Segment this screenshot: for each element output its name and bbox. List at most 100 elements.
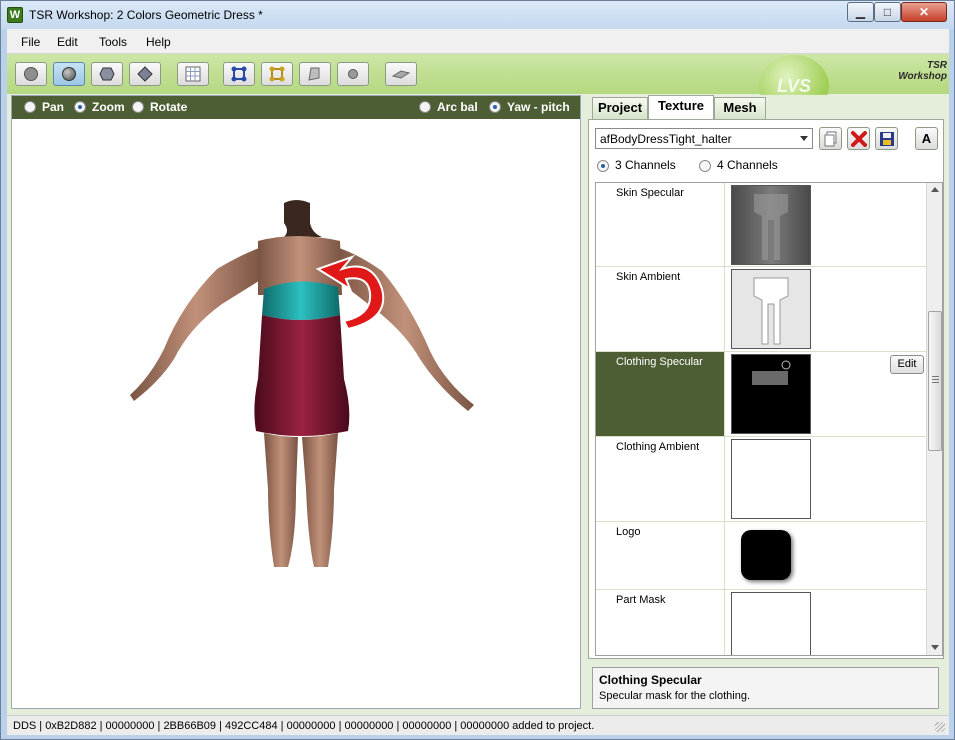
part-mask-thumbnail <box>731 592 811 655</box>
grip-line-icon <box>932 376 939 377</box>
tsr-logo-line1: TSR <box>927 60 947 71</box>
minimize-button[interactable]: ▁ <box>847 2 874 22</box>
clothing-specular-thumbnail <box>731 354 811 434</box>
diamond-button[interactable] <box>129 62 161 86</box>
mask-map-thumbnail <box>752 360 791 385</box>
skin-specular-thumbnail <box>731 185 811 265</box>
menu-bar: File Edit Tools Help <box>7 29 949 54</box>
font-button[interactable]: A <box>915 127 938 150</box>
pan-radio[interactable] <box>24 101 36 113</box>
yaw-pitch-label[interactable]: Yaw - pitch <box>507 100 570 114</box>
texture-row[interactable]: Logo <box>596 522 926 590</box>
chevron-down-icon <box>800 136 808 141</box>
maximize-button[interactable]: □ <box>874 2 901 22</box>
grid-button[interactable] <box>177 62 209 86</box>
grip-line-icon <box>932 382 939 383</box>
floor-icon <box>391 70 411 79</box>
edit-texture-button[interactable]: Edit <box>890 355 924 374</box>
save-texture-button[interactable] <box>875 127 898 150</box>
arc-ball-label[interactable]: Arc bal <box>437 100 478 114</box>
texture-row[interactable]: Skin Ambient <box>596 267 926 352</box>
texture-row[interactable]: Skin Specular <box>596 183 926 267</box>
save-icon <box>879 132 894 146</box>
texture-row[interactable]: Part Mask <box>596 590 926 655</box>
close-button[interactable]: ✕ <box>901 2 947 22</box>
zoom-radio[interactable] <box>74 101 86 113</box>
model-scene[interactable] <box>12 119 580 708</box>
scrollbar-thumb[interactable] <box>928 311 942 451</box>
hexagon-button[interactable] <box>91 62 123 86</box>
delete-texture-button[interactable] <box>847 127 870 150</box>
texture-row-name: Skin Specular <box>596 183 725 266</box>
pan-label[interactable]: Pan <box>42 100 64 114</box>
zoom-label[interactable]: Zoom <box>92 100 125 114</box>
plane-button[interactable] <box>299 62 331 86</box>
menu-help[interactable]: Help <box>146 35 171 49</box>
sphere-flat-icon <box>24 67 38 81</box>
app-icon: W <box>7 7 23 23</box>
3d-viewport[interactable]: Pan Zoom Rotate Arc bal Yaw - pitch <box>11 95 581 709</box>
yaw-pitch-radio[interactable] <box>489 101 501 113</box>
description-text: Specular mask for the clothing. <box>599 690 751 702</box>
texture-row-selected[interactable]: Clothing Specular Edit <box>596 352 926 437</box>
copy-texture-button[interactable] <box>819 127 842 150</box>
sphere-smooth-icon <box>62 67 76 81</box>
description-title: Clothing Specular <box>599 673 702 687</box>
grip-line-icon <box>932 379 939 380</box>
body-map-thumbnail <box>753 277 789 345</box>
four-channels-label[interactable]: 4 Channels <box>717 158 778 172</box>
texture-row-name: Clothing Specular <box>596 352 725 436</box>
status-text: DDS | 0xB2D882 | 00000000 | 2BB66B09 | 4… <box>13 720 595 732</box>
tab-project[interactable]: Project <box>592 97 648 119</box>
menu-tools[interactable]: Tools <box>99 35 127 49</box>
floor-button[interactable] <box>385 62 417 86</box>
three-channels-label[interactable]: 3 Channels <box>615 158 676 172</box>
title-bar[interactable]: W TSR Workshop: 2 Colors Geometric Dress… <box>1 1 954 29</box>
menu-file[interactable]: File <box>21 35 40 49</box>
texture-row-name: Part Mask <box>596 590 725 655</box>
circle-icon <box>348 69 358 79</box>
skin-ambient-thumbnail <box>731 269 811 349</box>
texture-select-value: afBodyDressTight_halter <box>600 132 732 146</box>
rotate-radio[interactable] <box>132 101 144 113</box>
resize-grip-icon[interactable] <box>935 722 945 732</box>
bone-gold-icon <box>269 66 285 82</box>
plane-icon <box>308 67 320 81</box>
client-area: File Edit Tools Help LVS TSR Workshop Pa… <box>7 29 949 735</box>
texture-tab-content: afBodyDressTight_halter A 3 Channels 4 C… <box>588 119 944 659</box>
texture-row-name: Skin Ambient <box>596 267 725 351</box>
texture-select[interactable]: afBodyDressTight_halter <box>595 128 813 149</box>
circle-button[interactable] <box>337 62 369 86</box>
scroll-up-icon[interactable] <box>931 187 939 192</box>
rotate-label[interactable]: Rotate <box>150 100 187 114</box>
sphere-smooth-button[interactable] <box>53 62 85 86</box>
texture-list-scrollbar[interactable] <box>926 183 942 655</box>
tsr-workshop-logo: TSR Workshop <box>893 60 947 86</box>
right-panel: Project Texture Mesh afBodyDressTight_ha… <box>586 95 945 709</box>
hexagon-icon <box>99 67 115 81</box>
tab-texture[interactable]: Texture <box>648 95 714 120</box>
viewport-toolbar: Pan Zoom Rotate Arc bal Yaw - pitch <box>12 96 580 119</box>
diamond-icon <box>137 66 153 82</box>
app-window: W TSR Workshop: 2 Colors Geometric Dress… <box>0 0 955 740</box>
dress-model <box>130 200 474 567</box>
arc-ball-radio[interactable] <box>419 101 431 113</box>
texture-row-name: Logo <box>596 522 725 589</box>
texture-row[interactable]: Clothing Ambient <box>596 437 926 522</box>
bone-blue-button[interactable] <box>223 62 255 86</box>
toolbar: LVS TSR Workshop <box>7 54 949 117</box>
tsr-logo-line2: Workshop <box>898 71 947 82</box>
tab-mesh[interactable]: Mesh <box>714 97 766 119</box>
bone-gold-button[interactable] <box>261 62 293 86</box>
clothing-ambient-thumbnail <box>731 439 811 519</box>
delete-icon <box>850 131 867 147</box>
scroll-down-icon[interactable] <box>931 645 939 650</box>
menu-edit[interactable]: Edit <box>57 35 78 49</box>
four-channels-radio[interactable] <box>699 160 711 172</box>
logo-thumbnail <box>741 530 791 580</box>
status-bar: DDS | 0xB2D882 | 00000000 | 2BB66B09 | 4… <box>7 715 949 735</box>
texture-list: Skin Specular Skin Ambient Clothing Spec… <box>595 182 943 656</box>
sphere-flat-button[interactable] <box>15 62 47 86</box>
three-channels-radio[interactable] <box>597 160 609 172</box>
grid-icon <box>185 66 201 82</box>
